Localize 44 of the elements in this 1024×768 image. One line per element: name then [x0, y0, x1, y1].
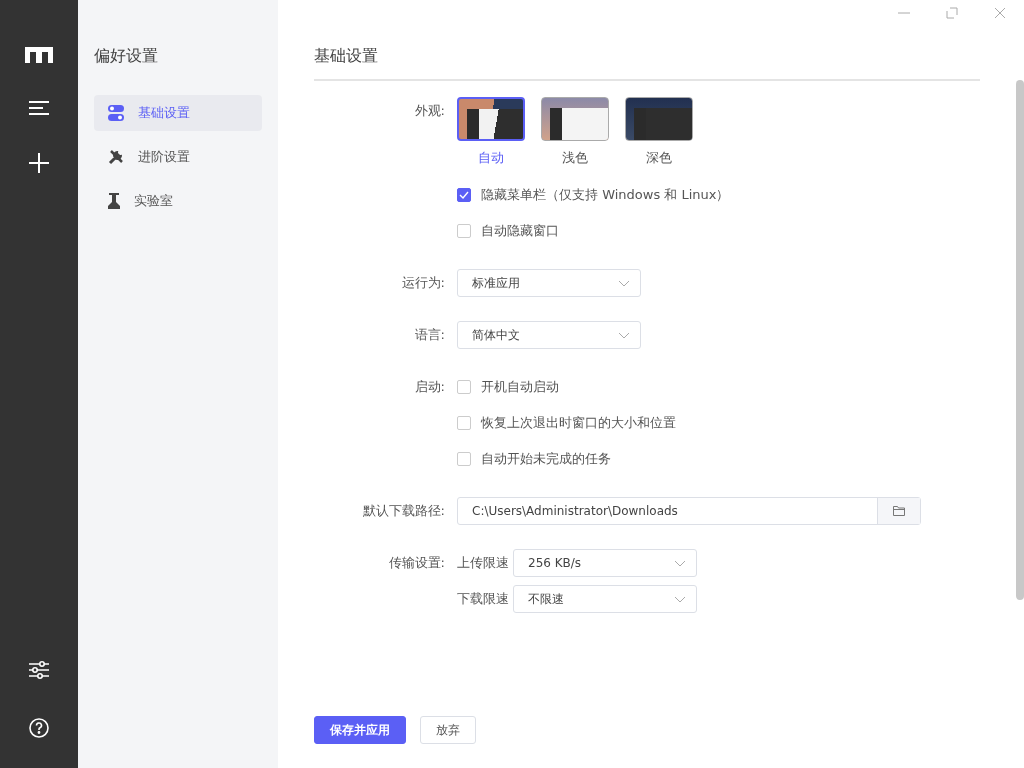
sidebar-item[interactable]: 实验室: [94, 183, 262, 219]
theme-thumbnail[interactable]: [541, 97, 609, 141]
checkbox-label: 自动隐藏窗口: [481, 222, 559, 240]
discard-button[interactable]: 放弃: [420, 716, 476, 744]
checkbox[interactable]: [457, 188, 471, 202]
scrollbar-thumb[interactable]: [1016, 80, 1024, 600]
setting-label: 默认下载路径:: [361, 502, 446, 520]
theme-label: 自动: [478, 149, 504, 167]
setting-label: 传输设置:: [387, 554, 446, 572]
theme-thumbnail[interactable]: [457, 97, 525, 141]
toggle-switch-icon: [108, 105, 124, 121]
limit-label: 下载限速: [457, 590, 509, 608]
wrench-screwdriver-icon: [108, 149, 124, 165]
setting-label: 运行为:: [400, 274, 446, 292]
chevron-down-icon: [618, 279, 630, 287]
sidebar-title: 偏好设置: [94, 46, 159, 67]
save-button[interactable]: 保存并应用: [314, 716, 406, 744]
chevron-down-icon: [674, 595, 686, 603]
sliders-icon[interactable]: [29, 660, 49, 680]
sidebar-item[interactable]: 进阶设置: [94, 139, 262, 175]
chevron-down-icon: [618, 331, 630, 339]
theme-thumbnail[interactable]: [625, 97, 693, 141]
limit-label: 上传限速: [457, 554, 509, 572]
setting-label: 启动:: [413, 378, 446, 396]
pawn-icon: [108, 193, 120, 209]
dropdown[interactable]: 不限速: [513, 585, 697, 613]
theme-label: 深色: [646, 149, 672, 167]
checkbox-label: 隐藏菜单栏（仅支持 Windows 和 Linux）: [481, 186, 730, 204]
chevron-down-icon: [674, 559, 686, 567]
checkbox-label: 开机自动启动: [481, 378, 559, 396]
dropdown[interactable]: 标准应用: [457, 269, 641, 297]
page-title: 基础设置: [314, 46, 980, 81]
help-icon[interactable]: [29, 718, 49, 738]
checkbox-label: 自动开始未完成的任务: [481, 450, 611, 468]
dropdown[interactable]: 简体中文: [457, 321, 641, 349]
checkbox-label: 恢复上次退出时窗口的大小和位置: [481, 414, 676, 432]
setting-label: 外观:: [413, 102, 446, 120]
setting-label: 语言:: [413, 326, 446, 344]
app-logo-icon[interactable]: [25, 47, 53, 63]
menu-icon[interactable]: [29, 101, 49, 115]
sidebar-item[interactable]: 基础设置: [94, 95, 262, 131]
theme-label: 浅色: [562, 149, 588, 167]
plus-icon[interactable]: [29, 153, 49, 173]
dropdown[interactable]: 256 KB/s: [513, 549, 697, 577]
